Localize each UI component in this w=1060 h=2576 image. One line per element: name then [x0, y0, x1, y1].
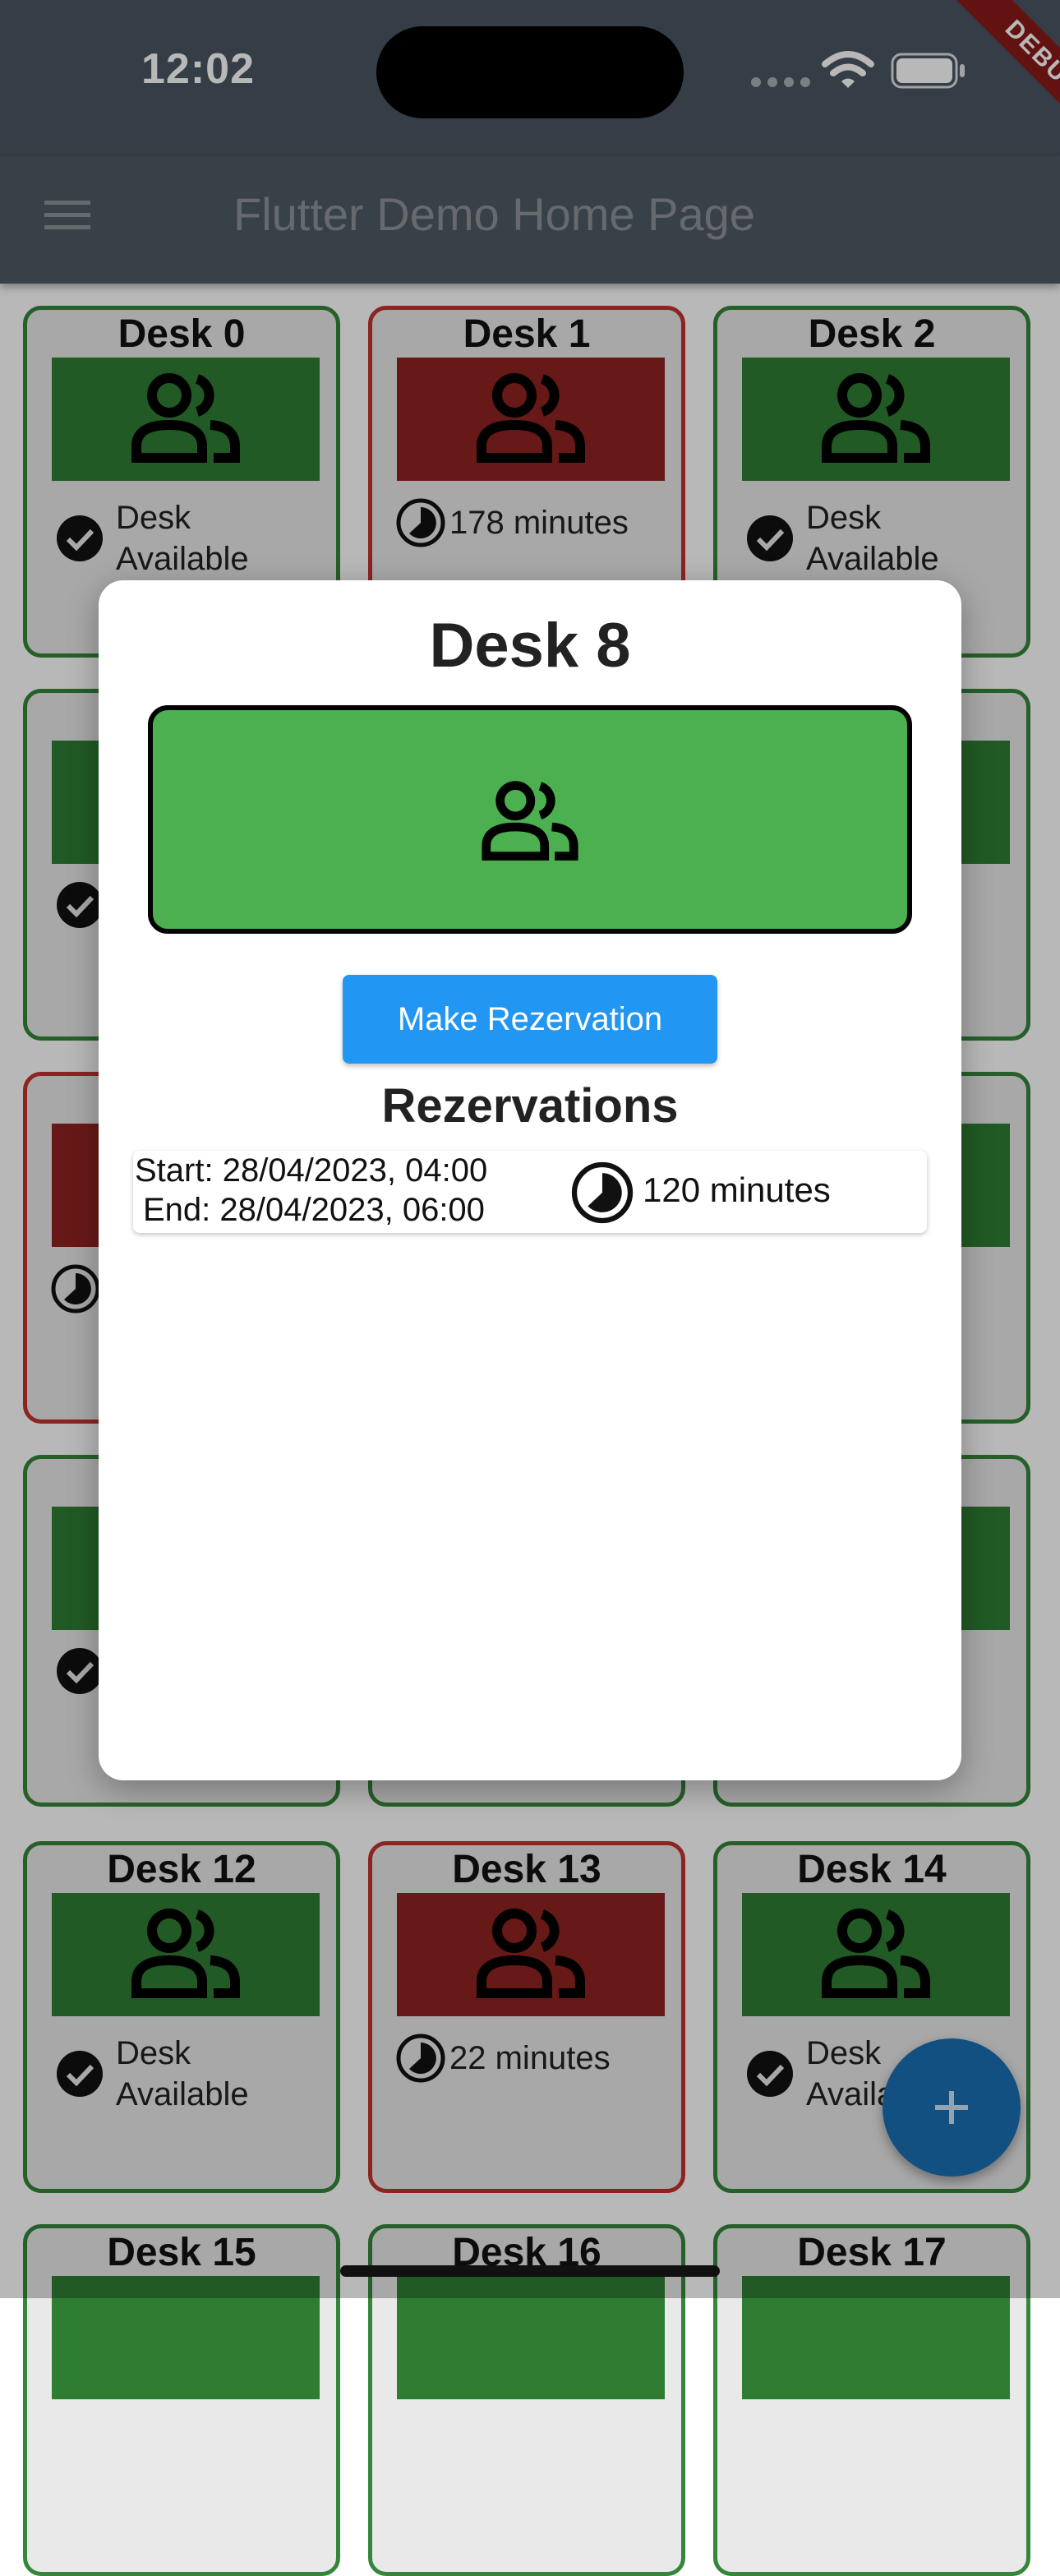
home-indicator[interactable] — [340, 2265, 720, 2277]
dialog-title: Desk 8 — [429, 611, 631, 681]
people-icon — [482, 781, 578, 861]
make-reservation-button[interactable]: Make Rezervation — [343, 975, 717, 1064]
desk-dialog: Desk 8 Make Rezervation Rezervations Sta… — [99, 580, 961, 1780]
dialog-desk-status-box — [148, 705, 912, 934]
reservations-title: Rezervations — [381, 1079, 679, 1133]
reservation-duration: 120 minutes — [643, 1170, 831, 1209]
timer-icon — [571, 1161, 634, 1224]
reservation-end: End: 28/04/2023, 06:00 — [143, 1192, 485, 1228]
reservation-start: Start: 28/04/2023, 04:00 — [135, 1152, 488, 1189]
reservation-item[interactable]: Start: 28/04/2023, 04:00 End: 28/04/2023… — [133, 1151, 927, 1233]
